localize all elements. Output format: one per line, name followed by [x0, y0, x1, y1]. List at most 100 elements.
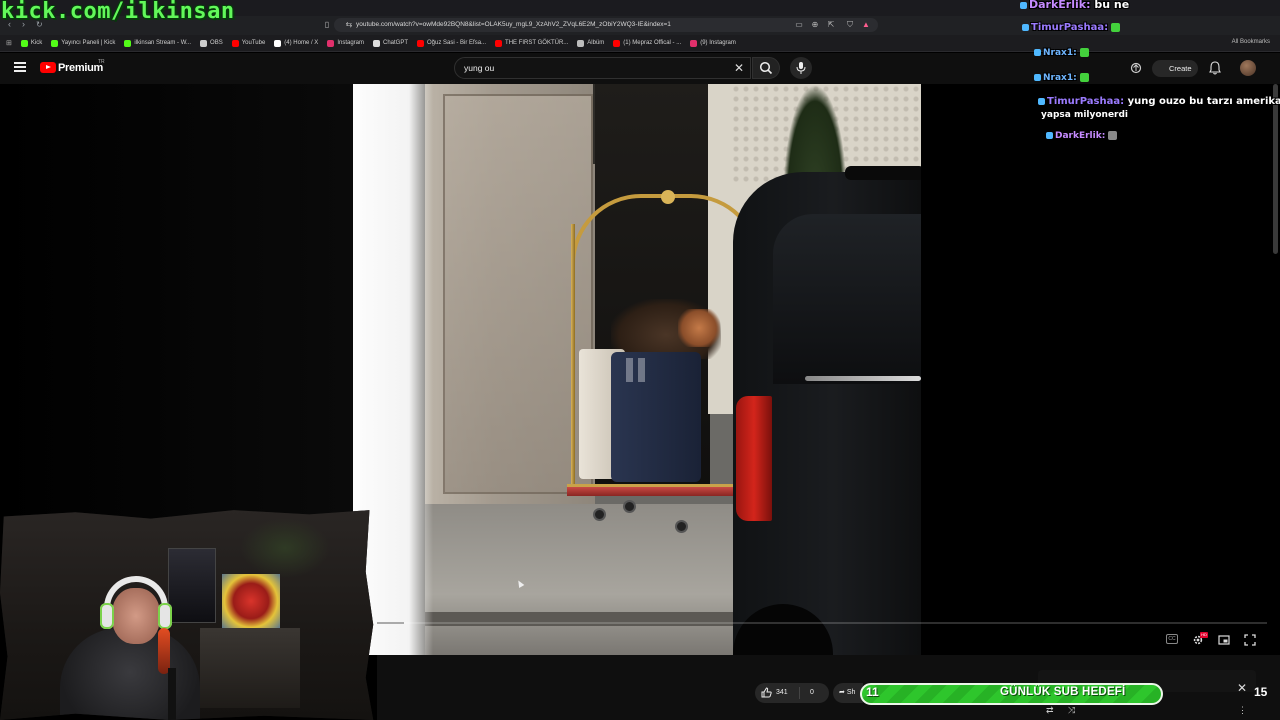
video-cart-wheel	[623, 500, 636, 513]
chat-message: DarkErlik:	[1046, 131, 1118, 141]
sub-goal-widget: 11 GÜNLÜK SUB HEDEFİ ✕ 15	[860, 681, 1268, 705]
kick-icon	[51, 39, 59, 47]
zoom-icon[interactable]: ⊕	[810, 20, 820, 30]
chat-badge-icon	[1022, 23, 1029, 31]
bookmark-page-icon[interactable]: ▯	[322, 20, 332, 30]
bookmark-label: Kick	[30, 40, 43, 46]
chat-username: Nrax1:	[1043, 73, 1077, 83]
bookmark-kick-stream[interactable]: ilkinsan Stream - W...	[124, 39, 191, 47]
chat-badge-icon	[1020, 1, 1027, 9]
video-luggage-cart-finial	[661, 190, 675, 204]
close-icon[interactable]: ✕	[1237, 681, 1247, 695]
pause-icon[interactable]	[626, 358, 650, 382]
share-icon: ➦	[839, 689, 845, 696]
chat-message-text: yapsa milyonerdi	[1041, 110, 1129, 120]
search-input[interactable]: yung ou	[454, 57, 751, 79]
clear-search-icon[interactable]: ✕	[734, 61, 744, 75]
bookmark-album[interactable]: Albüm	[577, 39, 605, 47]
apps-grid-icon[interactable]: ⊞	[6, 39, 12, 47]
dislike-count[interactable]: 0	[810, 683, 814, 703]
chat-badge-icon	[1034, 74, 1041, 81]
subtitles-icon[interactable]: CC	[1166, 634, 1178, 644]
like-count[interactable]: 341	[776, 683, 788, 703]
video-van-chrome-trim	[805, 376, 921, 381]
chat-message: yapsa milyonerdi	[1041, 110, 1128, 120]
bookmark-label: YouTube	[241, 40, 266, 46]
site-info-icon[interactable]: ⇆	[344, 20, 354, 30]
bookmark-kick[interactable]: Kick	[20, 39, 43, 47]
video-van-taillight	[736, 396, 772, 521]
screen: ‹ › ↻ ▯ youtube.com/watch?v=owMde92BQN8&…	[0, 0, 1280, 720]
miniplayer-icon[interactable]	[1218, 634, 1230, 646]
chat-message: DarkErlik: bu ne	[1020, 0, 1129, 11]
fullscreen-icon[interactable]	[1244, 634, 1256, 646]
share-button[interactable]: ➦ Sh	[833, 683, 863, 703]
chat-emote-icon	[1108, 131, 1118, 140]
search-icon	[759, 61, 773, 75]
sub-goal-target: 15	[1254, 685, 1268, 699]
more-options-icon[interactable]: ⋮	[1238, 705, 1247, 716]
youtube-icon	[231, 39, 239, 47]
cast-icon[interactable]: ▭	[794, 20, 804, 30]
headset-earcup	[100, 603, 114, 629]
headset-earcup	[158, 603, 172, 629]
chat-emote-icon	[1079, 48, 1089, 57]
kick-icon	[124, 39, 132, 47]
like-divider	[799, 687, 800, 699]
chat-badge-icon	[1034, 49, 1041, 56]
share-page-icon[interactable]: ⇱	[826, 20, 836, 30]
youtube-logo-icon[interactable]	[40, 62, 56, 73]
bookmark-label: Instagram	[337, 40, 364, 46]
chat-username: DarkErlik:	[1029, 0, 1091, 11]
brave-rewards-icon[interactable]: ▲	[861, 20, 871, 30]
video-pavement	[425, 504, 735, 655]
menu-icon[interactable]	[14, 62, 26, 72]
webcam-shelf	[200, 628, 300, 708]
chat-username: DarkErlik:	[1055, 131, 1106, 141]
chat-message-text: yung ouzo bu tarzı amerika	[1124, 96, 1280, 107]
bookmark-label: THE FIRST GÖKTÜR...	[505, 40, 569, 46]
bookmark-label: OBS	[210, 40, 223, 46]
bookmark-mepraz[interactable]: (1) Mepraz Offical - ...	[613, 39, 682, 47]
bookmark-first-gokturk[interactable]: THE FIRST GÖKTÜR...	[495, 39, 569, 47]
youtube-premium-logo[interactable]: Premium	[58, 62, 103, 74]
chatgpt-icon	[373, 39, 380, 47]
bookmark-kick-panel[interactable]: Yayıncı Paneli | Kick	[51, 39, 116, 47]
chat-message: Nrax1:	[1034, 48, 1089, 58]
bookmark-instagram[interactable]: Instagram	[327, 39, 364, 47]
share-label: Sh	[846, 689, 856, 696]
chat-message: TimurPashaa: yung ouzo bu tarzı amerika	[1038, 96, 1280, 107]
like-icon[interactable]	[761, 687, 772, 698]
video-suitcase	[611, 352, 701, 482]
bookmark-label: (1) Mepraz Offical - ...	[623, 40, 682, 46]
chat-message-text: bu ne	[1090, 0, 1130, 11]
bookmark-label: (9) Instagram	[700, 40, 736, 46]
chat-username: TimurPashaa:	[1031, 22, 1109, 33]
chat-message: TimurPashaa:	[1022, 22, 1121, 33]
x-icon	[274, 39, 282, 47]
bookmark-label: Albüm	[587, 40, 605, 46]
bookmark-instagram-2[interactable]: (9) Instagram	[690, 39, 736, 47]
chat-badge-icon	[1046, 132, 1053, 139]
bookmark-obs[interactable]: OBS	[200, 39, 223, 47]
repeat-icon[interactable]: ⇄	[1046, 705, 1054, 716]
like-dislike-group: 341 0	[755, 683, 829, 703]
stream-chat-overlay: DarkErlik: bu ne TimurPashaa: Nrax1: Nrax1:…	[1018, 0, 1280, 150]
youtube-icon	[495, 39, 503, 47]
bookmark-x[interactable]: (4) Home / X	[274, 39, 318, 47]
bookmark-chatgpt[interactable]: ChatGPT	[373, 39, 409, 47]
instagram-icon	[690, 39, 698, 47]
bookmark-label: ChatGPT	[383, 40, 409, 46]
shuffle-icon[interactable]: ⤨	[1068, 705, 1075, 716]
search-button[interactable]	[752, 57, 780, 79]
sub-goal-label: GÜNLÜK SUB HEDEFİ	[1000, 686, 1126, 698]
bookmark-label: Oğuz Sasi - Bir Efsa...	[427, 40, 487, 46]
bookmark-label: Yayıncı Paneli | Kick	[61, 40, 116, 46]
voice-search-button[interactable]	[790, 57, 812, 79]
shield-icon[interactable]: ⛉	[845, 20, 855, 30]
bookmark-oguz-sasi[interactable]: Oğuz Sasi - Bir Efsa...	[417, 39, 487, 47]
progress-bar[interactable]	[377, 622, 1267, 624]
bookmark-youtube[interactable]: YouTube	[231, 39, 266, 47]
video-luggage-cart-pole	[571, 224, 575, 494]
address-bar-url: youtube.com/watch?v=owMde92BQN8&list=OLA…	[356, 21, 671, 28]
